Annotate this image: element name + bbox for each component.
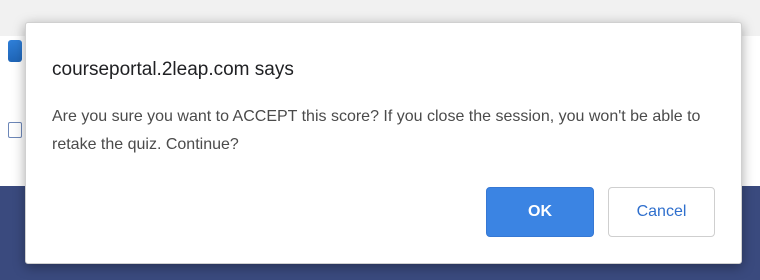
dialog-title: courseportal.2leap.com says	[52, 59, 294, 80]
link-icon	[8, 122, 22, 138]
browser-page: courseportal.2leap.com says Are you sure…	[0, 0, 760, 280]
dialog-message: Are you sure you want to ACCEPT this sco…	[52, 108, 701, 153]
ok-button[interactable]: OK	[486, 187, 594, 237]
confirm-dialog: courseportal.2leap.com says Are you sure…	[25, 22, 742, 264]
cancel-button[interactable]: Cancel	[608, 187, 715, 237]
database-icon	[8, 40, 22, 62]
